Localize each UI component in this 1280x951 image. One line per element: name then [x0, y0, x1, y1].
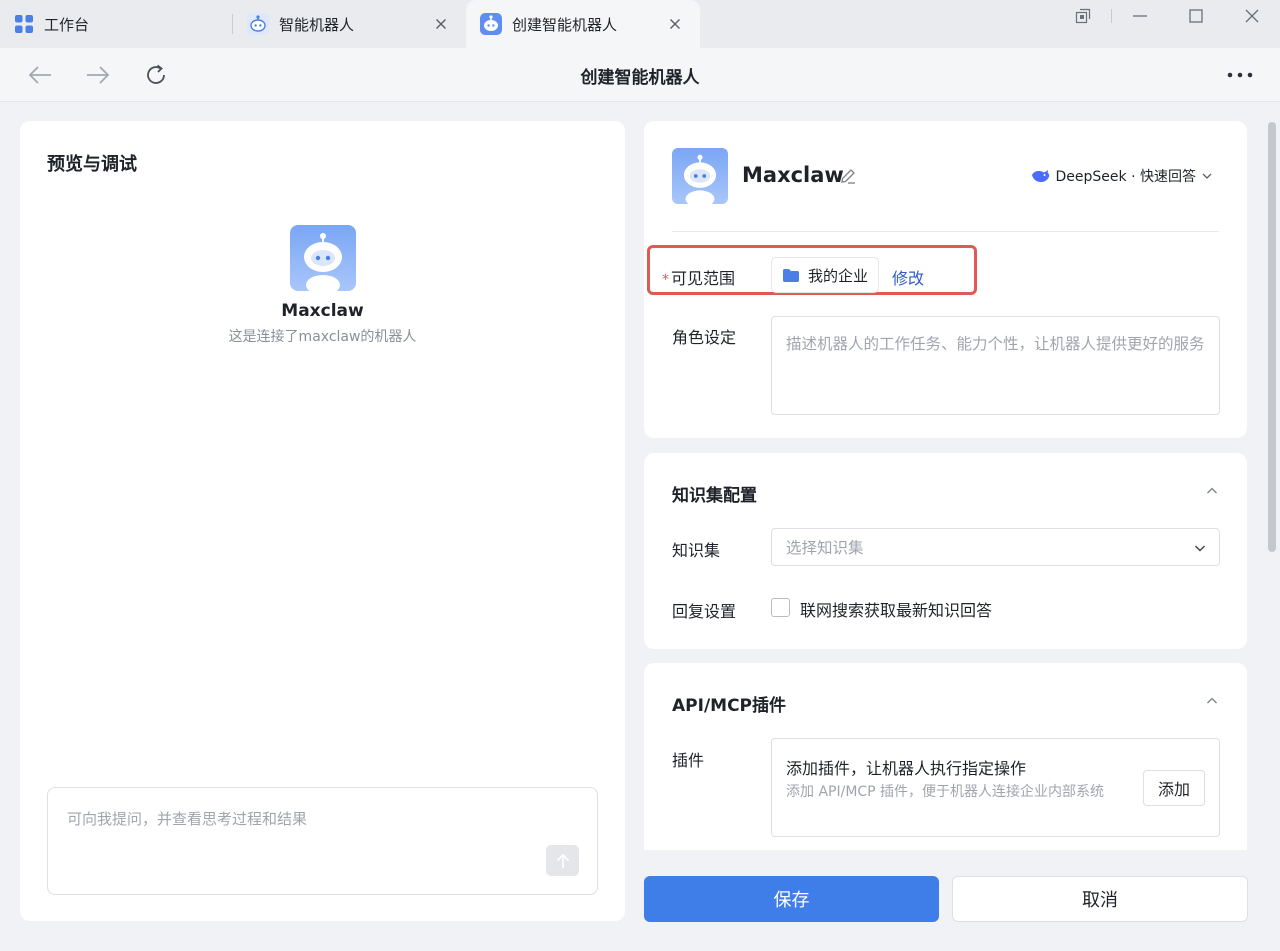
reply-settings-label: 回复设置 [672, 602, 737, 621]
basic-info-card: Maxclaw DeepSeek · 快速回答 * 可见范围 我的企业 修改 角色… [644, 121, 1247, 438]
scrollbar[interactable] [1268, 122, 1276, 552]
tab-bar: 工作台 智能机器人 创建智能机器人 [0, 0, 1280, 48]
bot-name: Maxclaw [742, 163, 844, 187]
scope-chip: 我的企业 [771, 257, 880, 293]
minimize-button[interactable] [1112, 0, 1168, 32]
cancel-button[interactable]: 取消 [952, 876, 1248, 922]
close-icon [1245, 9, 1259, 23]
send-button[interactable] [546, 845, 579, 876]
plugin-box: 添加插件，让机器人执行指定操作 添加 API/MCP 插件，便于机器人连接企业内… [771, 738, 1220, 837]
tab-smart-robots-label: 智能机器人 [279, 15, 355, 34]
bot-avatar[interactable] [672, 148, 728, 204]
model-selector-label: DeepSeek · 快速回答 [1055, 169, 1196, 185]
chevron-up-icon [1207, 697, 1217, 704]
bot-avatar [290, 225, 356, 291]
arrow-up-icon [556, 853, 569, 868]
plugin-sub-text: 添加 API/MCP 插件，便于机器人连接企业内部系统 [786, 784, 1105, 800]
tab-smart-robots[interactable]: 智能机器人 [233, 0, 466, 48]
knowledge-config-card: 知识集配置 知识集 选择知识集 回复设置 联网搜索获取最新知识回答 [644, 453, 1247, 649]
knowledge-set-label: 知识集 [672, 541, 721, 560]
page-title: 创建智能机器人 [580, 68, 700, 88]
robot-tab-icon [247, 13, 269, 35]
chat-input[interactable]: 可向我提问，并查看思考过程和结果 [47, 787, 598, 895]
pin-window-icon [1075, 8, 1091, 24]
save-button[interactable]: 保存 [644, 876, 939, 922]
pencil-icon [841, 169, 855, 184]
pin-window-button[interactable] [1055, 0, 1111, 32]
plugin-card: API/MCP插件 插件 添加插件，让机器人执行指定操作 添加 API/MCP … [644, 663, 1247, 850]
role-label: 角色设定 [672, 328, 737, 347]
add-plugin-button[interactable]: 添加 [1143, 770, 1205, 806]
folder-icon [783, 268, 799, 282]
model-selector[interactable]: DeepSeek · 快速回答 [1031, 166, 1213, 186]
role-textarea[interactable]: 描述机器人的工作任务、能力个性，让机器人提供更好的服务 [771, 316, 1220, 415]
chevron-up-icon [1207, 487, 1217, 494]
tab-create-robot-label: 创建智能机器人 [512, 15, 618, 34]
maximize-button[interactable] [1168, 0, 1224, 32]
robot-tab-icon [480, 13, 502, 35]
more-button[interactable] [1226, 66, 1254, 84]
role-textarea-placeholder: 描述机器人的工作任务、能力个性，让机器人提供更好的服务 [786, 335, 1205, 353]
plugin-card-title: API/MCP插件 [672, 696, 787, 716]
preview-title: 预览与调试 [47, 154, 137, 175]
deepseek-whale-icon [1031, 170, 1049, 182]
chat-input-placeholder: 可向我提问，并查看思考过程和结果 [67, 810, 308, 828]
tab-workbench[interactable]: 工作台 [0, 0, 232, 48]
more-dots-icon [1227, 72, 1253, 78]
preview-panel: 预览与调试 Maxclaw 这是连接了maxclaw的机器人 可向我提问，并查看… [20, 121, 625, 921]
knowledge-config-title: 知识集配置 [672, 486, 757, 506]
chevron-down-icon [1195, 545, 1205, 552]
preview-bot-name: Maxclaw [281, 301, 364, 321]
tab-create-robot[interactable]: 创建智能机器人 [466, 0, 700, 48]
robot-avatar-icon [290, 225, 356, 291]
chevron-down-icon [1202, 173, 1212, 179]
tab-workbench-label: 工作台 [44, 15, 90, 34]
collapse-knowledge-button[interactable] [1205, 483, 1219, 497]
knowledge-set-placeholder: 选择知识集 [786, 539, 864, 557]
plugin-main-text: 添加插件，让机器人执行指定操作 [786, 759, 1027, 778]
grid-icon [15, 15, 33, 33]
preview-bot-description: 这是连接了maxclaw的机器人 [228, 329, 417, 345]
config-column: Maxclaw DeepSeek · 快速回答 * 可见范围 我的企业 修改 角色… [644, 102, 1264, 850]
edit-name-button[interactable] [839, 167, 857, 185]
scope-value: 我的企业 [808, 266, 869, 285]
close-icon[interactable] [666, 15, 684, 33]
visible-scope-label-text: 可见范围 [671, 269, 736, 288]
divider [672, 231, 1219, 232]
close-icon[interactable] [432, 15, 450, 33]
web-search-label[interactable]: 联网搜索获取最新知识回答 [800, 597, 992, 621]
knowledge-set-select[interactable]: 选择知识集 [771, 528, 1220, 566]
window-controls [1055, 0, 1280, 48]
plugin-label: 插件 [672, 751, 705, 770]
nav-bar: 创建智能机器人 [0, 48, 1280, 102]
maximize-icon [1189, 9, 1203, 23]
required-mark: * [662, 272, 669, 288]
robot-avatar-icon [672, 148, 728, 204]
close-window-button[interactable] [1224, 0, 1280, 32]
minimize-icon [1133, 15, 1147, 17]
scope-edit-link[interactable]: 修改 [892, 265, 924, 289]
web-search-checkbox[interactable] [771, 598, 790, 617]
collapse-plugin-button[interactable] [1205, 693, 1219, 707]
visible-scope-label: * 可见范围 [662, 265, 735, 289]
